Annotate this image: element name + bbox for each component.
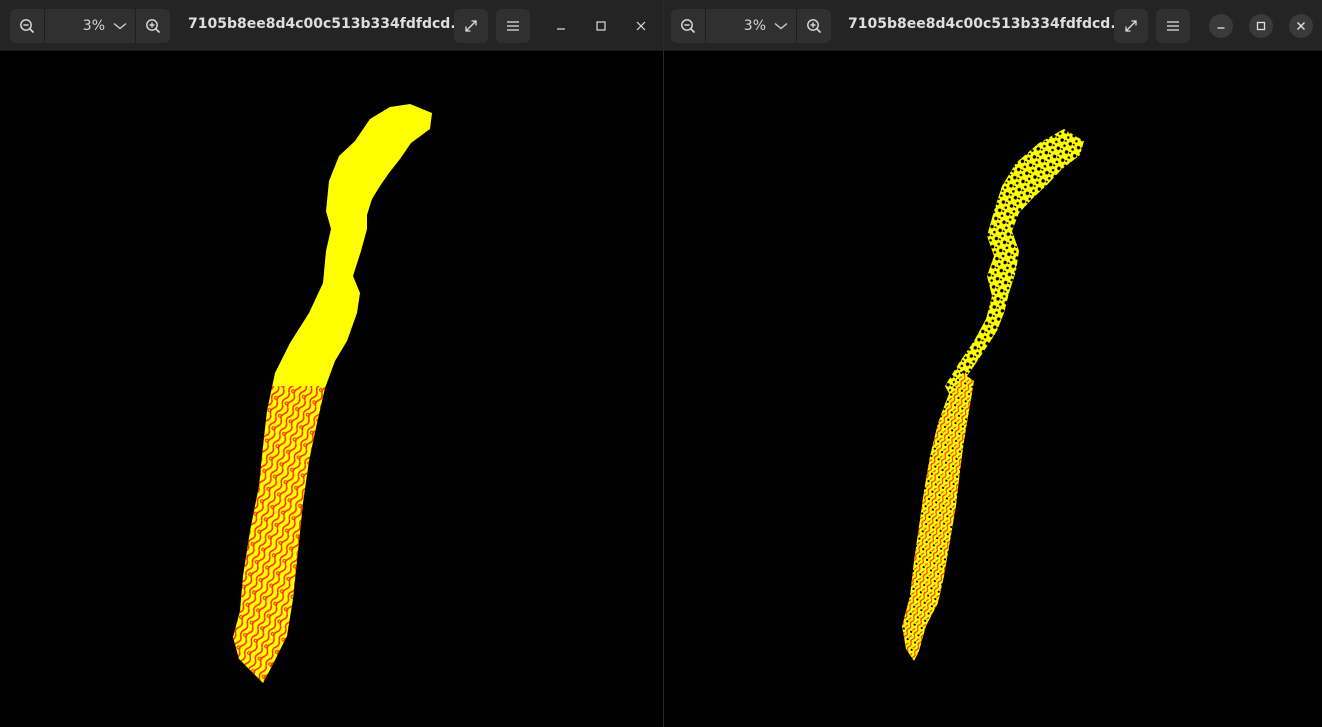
yellow-tissue-mask — [902, 129, 1084, 661]
segmentation-mask-image — [902, 129, 1084, 661]
minimize-button[interactable] — [1209, 14, 1233, 38]
zoom-out-icon — [681, 19, 696, 34]
minimize-icon — [557, 28, 565, 30]
hamburger-menu-icon — [507, 21, 519, 31]
minimize-icon — [1217, 27, 1225, 29]
zoom-out-button[interactable] — [671, 9, 705, 43]
close-icon — [636, 21, 646, 31]
image-viewer-window-right: 3% 7105b8ee8d4c00c513b334fdfdcd... — [664, 0, 1322, 727]
zoom-level-dropdown[interactable]: 3% — [45, 9, 135, 43]
headerbar: 3% 7105b8ee8d4c00c513b334fdfdcd... — [664, 0, 1322, 51]
zoom-in-button[interactable] — [797, 9, 831, 43]
zoom-level-value: 3% — [82, 18, 105, 34]
red-edge-overlay — [233, 386, 355, 683]
zoom-control: 3% — [10, 9, 170, 43]
window-title: 7105b8ee8d4c00c513b334fdfdcd... — [188, 16, 467, 32]
maximize-button[interactable] — [1249, 14, 1273, 38]
expand-icon — [465, 20, 477, 32]
hamburger-menu-icon — [1167, 21, 1179, 31]
fullscreen-button[interactable] — [454, 9, 488, 43]
main-menu-button[interactable] — [496, 9, 530, 43]
headerbar: 3% 7105b8ee8d4c00c513b334fdfdcd... — [0, 0, 663, 51]
zoom-in-icon — [146, 19, 161, 34]
maximize-button[interactable] — [589, 14, 613, 38]
expand-icon — [1125, 20, 1137, 32]
zoom-out-button[interactable] — [10, 9, 44, 43]
maximize-icon — [596, 21, 606, 31]
close-icon — [1297, 22, 1305, 30]
close-button[interactable] — [629, 14, 653, 38]
zoom-in-icon — [807, 19, 822, 34]
zoom-out-icon — [20, 19, 35, 34]
image-canvas[interactable] — [664, 51, 1322, 727]
minimize-button[interactable] — [549, 14, 573, 38]
image-viewer-window-left: 3% 7105b8ee8d4c00c513b334fdfdcd... — [0, 0, 663, 727]
maximize-icon — [1256, 21, 1266, 31]
zoom-level-dropdown[interactable]: 3% — [706, 9, 796, 43]
zoom-in-button[interactable] — [136, 9, 170, 43]
window-title: 7105b8ee8d4c00c513b334fdfdcd... — [848, 16, 1127, 32]
zoom-level-value: 3% — [743, 18, 766, 34]
chevron-down-icon — [774, 22, 788, 30]
segmentation-mask-image — [233, 104, 432, 683]
close-button[interactable] — [1289, 14, 1313, 38]
zoom-control: 3% — [671, 9, 831, 43]
main-menu-button[interactable] — [1156, 9, 1190, 43]
chevron-down-icon — [113, 22, 127, 30]
fullscreen-button[interactable] — [1114, 9, 1148, 43]
image-canvas[interactable] — [5, 51, 663, 727]
